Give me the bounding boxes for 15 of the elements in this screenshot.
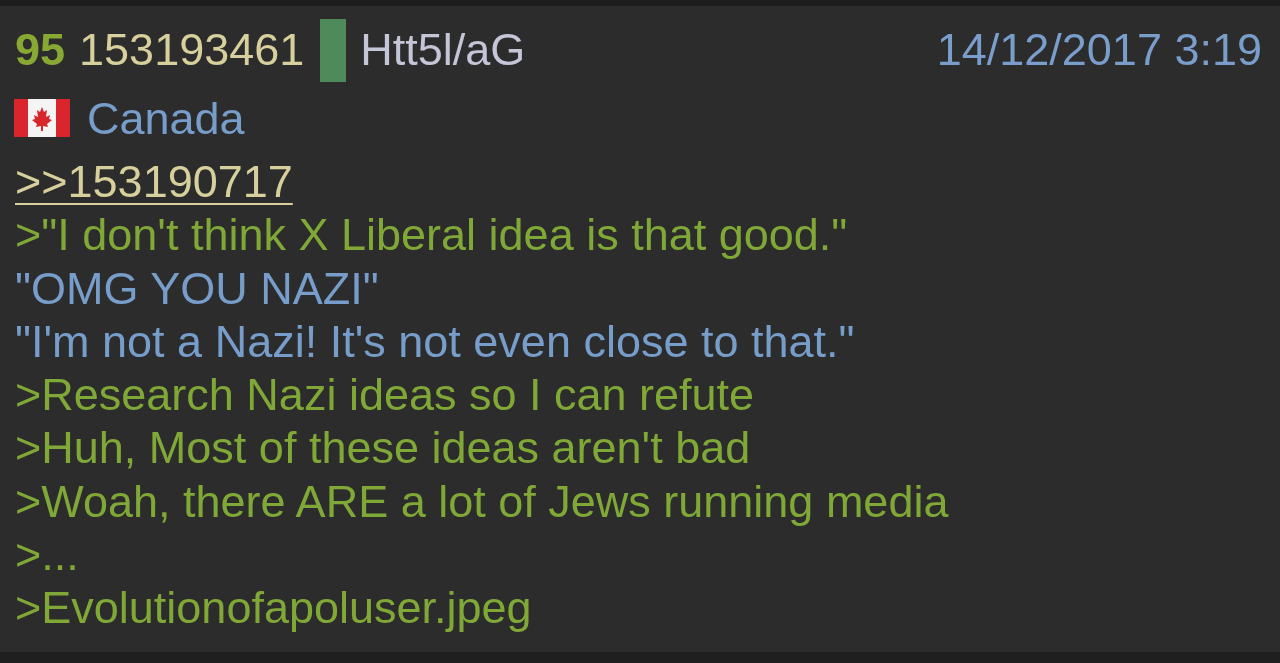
flag-icon — [14, 99, 70, 137]
greentext-line: >Evolutionofapoluser.jpeg — [15, 581, 532, 635]
reply-link[interactable]: >>153190717 — [15, 155, 293, 209]
post-text-line: "I'm not a Nazi! It's not even close to that." — [15, 314, 855, 369]
greentext-line: >... — [15, 528, 79, 582]
greentext-line: >Huh, Most of these ideas aren't bad — [15, 421, 751, 475]
greentext-line: >"I don't think X Liberal idea is that good." — [15, 208, 848, 262]
greentext-line: >Research Nazi ideas so I can refute — [15, 368, 755, 422]
post-index: 95 — [15, 23, 66, 77]
post-text-line: "OMG YOU NAZI" — [15, 261, 379, 315]
poster-id: Htt5l/aG — [360, 23, 526, 77]
greentext-line: >Woah, there ARE a lot of Jews running media — [15, 474, 949, 529]
post-number: 153193461 — [79, 23, 305, 77]
country-name: Canada — [87, 91, 245, 145]
post-date: 14/12/2017 3:19 — [936, 23, 1262, 77]
